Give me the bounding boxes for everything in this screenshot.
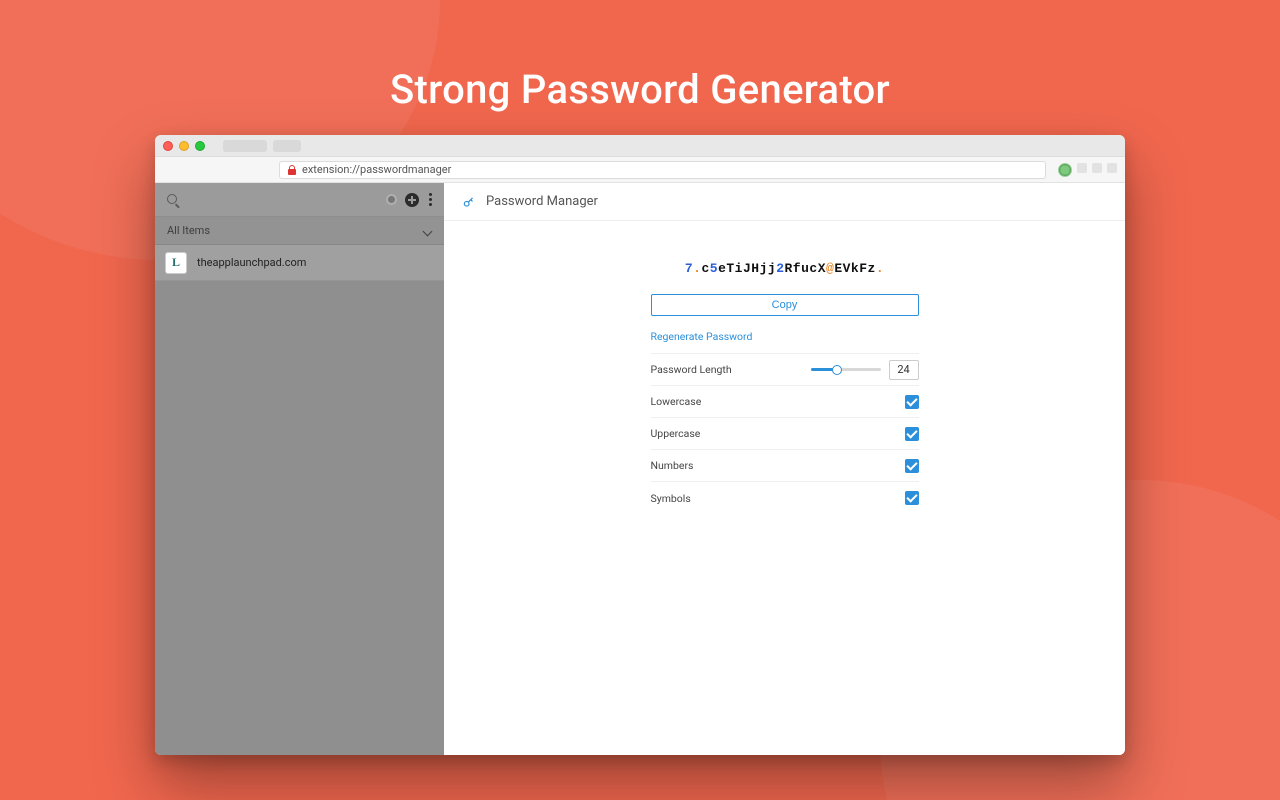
length-slider[interactable] [811, 368, 881, 371]
app-body: All Items L theapplaunchpad.com Password… [155, 183, 1125, 755]
status-indicator-icon [388, 196, 395, 203]
titlebar [155, 135, 1125, 157]
copy-button-label: Copy [772, 299, 798, 311]
browser-tab[interactable] [223, 140, 267, 152]
option-row-numbers: Numbers [651, 450, 919, 482]
search-icon [167, 194, 179, 206]
option-row-length: Password Length 24 [651, 354, 919, 386]
toolbar: extension://passwordmanager [155, 157, 1125, 183]
checkbox-uppercase[interactable] [905, 427, 919, 441]
option-label: Uppercase [651, 427, 701, 440]
option-label: Symbols [651, 492, 691, 505]
hero-title: Strong Password Generator [0, 66, 1280, 113]
window-controls [163, 141, 205, 151]
close-icon[interactable] [163, 141, 173, 151]
copy-button[interactable]: Copy [651, 294, 919, 316]
length-label: Password Length [651, 363, 732, 376]
main-header: Password Manager [444, 183, 1125, 221]
key-icon [462, 195, 476, 209]
regenerate-link[interactable]: Regenerate Password [651, 330, 919, 354]
tab-strip [223, 140, 301, 152]
sidebar-item-label: theapplaunchpad.com [197, 256, 306, 269]
browser-window: extension://passwordmanager All Items [155, 135, 1125, 755]
main-header-title: Password Manager [486, 194, 598, 209]
toolbar-button[interactable] [1077, 163, 1087, 173]
search-input[interactable] [187, 193, 380, 207]
minimize-icon[interactable] [179, 141, 189, 151]
generated-password: 7.c5eTiJHjj2RfucX@EVkFz. [651, 261, 919, 276]
chevron-down-icon [424, 227, 432, 235]
sidebar-item[interactable]: L theapplaunchpad.com [155, 245, 444, 281]
regenerate-label: Regenerate Password [651, 330, 753, 343]
option-row-uppercase: Uppercase [651, 418, 919, 450]
new-tab-button[interactable] [273, 140, 301, 152]
sidebar-section-header[interactable]: All Items [155, 217, 444, 245]
option-label: Lowercase [651, 395, 702, 408]
checkbox-lowercase[interactable] [905, 395, 919, 409]
length-value[interactable]: 24 [889, 360, 919, 380]
site-favicon: L [165, 252, 187, 274]
sidebar-section-label: All Items [167, 224, 210, 237]
toolbar-button[interactable] [1107, 163, 1117, 173]
generator-panel: 7.c5eTiJHjj2RfucX@EVkFz. Copy Regenerate… [651, 261, 919, 514]
checkbox-symbols[interactable] [905, 491, 919, 505]
option-label: Numbers [651, 459, 694, 472]
url-text: extension://passwordmanager [302, 163, 451, 176]
sidebar-search-row [155, 183, 444, 217]
sidebar: All Items L theapplaunchpad.com [155, 183, 444, 755]
maximize-icon[interactable] [195, 141, 205, 151]
kebab-menu-icon[interactable] [429, 193, 432, 206]
lock-icon [288, 165, 296, 175]
option-row-lowercase: Lowercase [651, 386, 919, 418]
extension-icon[interactable] [1058, 163, 1072, 177]
option-row-symbols: Symbols [651, 482, 919, 514]
checkbox-numbers[interactable] [905, 459, 919, 473]
toolbar-button[interactable] [1092, 163, 1102, 173]
main-pane: Password Manager 7.c5eTiJHjj2RfucX@EVkFz… [444, 183, 1125, 755]
add-button[interactable] [405, 193, 419, 207]
address-bar[interactable]: extension://passwordmanager [279, 161, 1046, 179]
toolbar-right [1058, 163, 1117, 177]
slider-thumb-icon[interactable] [832, 365, 842, 375]
